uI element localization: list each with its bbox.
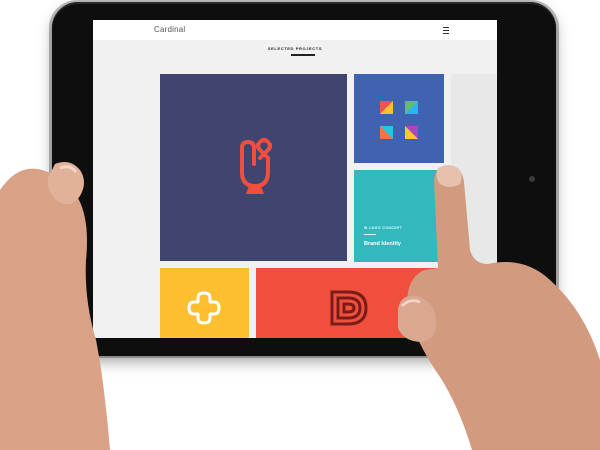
hamburger-menu-icon[interactable] bbox=[443, 27, 449, 34]
right-hand-image bbox=[398, 165, 600, 450]
colorful-tiles-logo-icon bbox=[380, 101, 418, 139]
lock-logo-icon bbox=[240, 138, 272, 194]
brand-logo[interactable]: Cardinal bbox=[154, 25, 185, 34]
top-navbar: Cardinal bbox=[93, 20, 497, 40]
project-tile-colorful[interactable] bbox=[354, 74, 444, 163]
project-tile-lock[interactable] bbox=[160, 74, 347, 261]
cross-logo-icon bbox=[187, 291, 221, 325]
project-caption-divider bbox=[364, 234, 376, 235]
section-title: SELECTED PROJECTS bbox=[267, 46, 323, 51]
section-title-underline bbox=[291, 54, 315, 56]
left-hand-image bbox=[0, 162, 110, 450]
project-tile-cross[interactable] bbox=[160, 268, 249, 338]
